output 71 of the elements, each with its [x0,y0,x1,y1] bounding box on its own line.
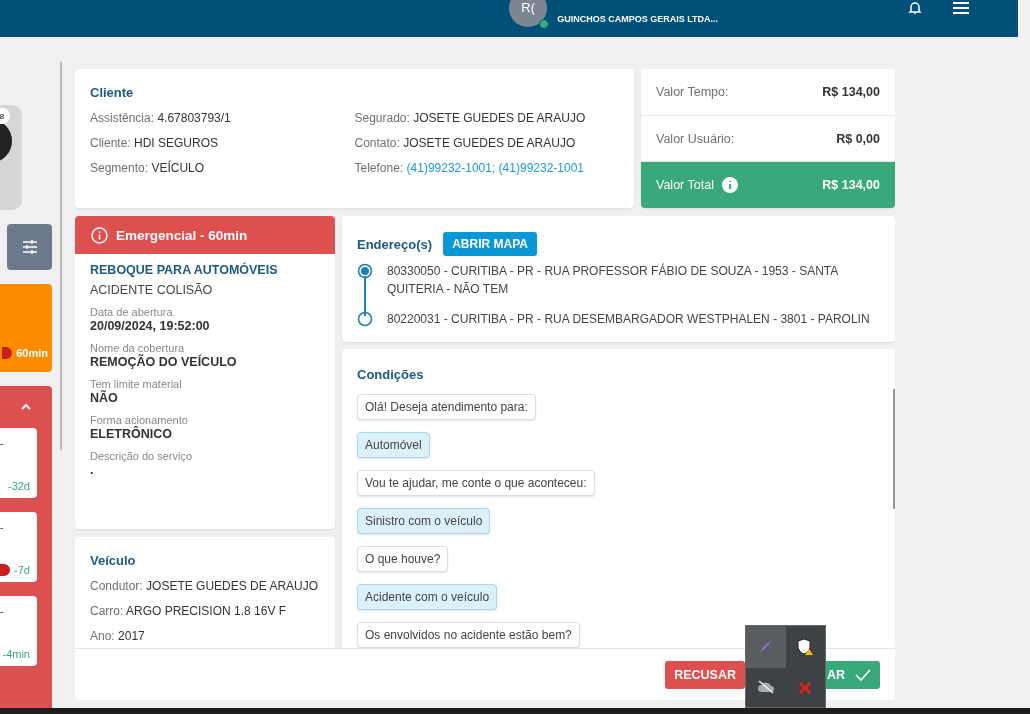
banner-text: Emergencial - 60min [116,227,248,243]
phone-link[interactable]: (41)99232-1001; (41)99232-1001 [406,161,584,175]
time-label: -4min [2,648,30,660]
field-label: Forma acionamento [90,414,189,426]
client-field: Telefone: (41)99232-1001; (41)99232-1001 [354,161,619,175]
service-card[interactable]: - -7d [0,512,37,582]
field-value: REMOÇÃO DO VEÍCULO [90,355,238,369]
info-icon[interactable] [721,177,738,194]
open-map-button[interactable]: ABRIR MAPA [443,232,537,256]
service-title: REBOQUE PARA AUTOMÓVEIS [90,263,279,277]
user-reply-bubble: Acidente com o veículo [357,584,498,610]
field-value: NÃO [90,391,119,405]
user-reply-bubble: Sinistro com o veículo [357,508,491,534]
bell-icon[interactable] [908,0,922,15]
vehicle-field: Ano: 2017 [90,629,320,643]
field-value: ELETRÔNICO [90,427,173,441]
company-name: GUINCHOS CAMPOS GERAIS LTDA... [557,13,718,24]
client-field: Segurado: JOSETE GUEDES DE ARAUJO [354,111,619,125]
menu-icon[interactable] [952,0,970,15]
check-icon [855,668,871,681]
phone-x-icon [797,679,814,696]
user-avatar[interactable]: R( [509,0,548,27]
section-title: Cliente [90,85,135,100]
client-field: Contato: JOSETE GUEDES DE ARAUJO [354,136,619,150]
count-badge: 8 [0,108,10,124]
value-amount: R$ 134,00 [822,178,880,193]
bot-message-bubble: Os envolvidos no acidente estão bem? [357,622,580,648]
value-label: Valor Usuário: [656,131,735,146]
scrollbar[interactable] [893,389,895,509]
value-label: Valor Total [656,177,738,194]
time-label: -7d [14,564,30,576]
service-subtitle: ACIDENTE COLISÃO [90,283,214,297]
field-label: Nome da cobertura [90,342,186,354]
value-amount: R$ 0,00 [836,131,880,146]
address-text: 80220031 - CURITIBA - PR - RUA DESEMBARGADOR WESTPHALEN - 3801 - PAROLIN [387,311,871,328]
profile-card[interactable]: 8 [0,105,22,210]
shield-warning-icon [796,637,815,656]
filter-button[interactable] [7,224,52,270]
service-card[interactable]: - -4min [0,596,37,666]
card-text: - [0,438,4,449]
value-label: Valor Tempo: [656,84,729,99]
feather-icon [757,638,774,655]
client-field: Assistência: 4.67803793/1 [90,111,355,125]
vehicle-field: Condutor: JOSETE GUEDES DE ARAUJO [90,579,320,593]
service-card[interactable]: - -32d [0,428,37,498]
section-title: Condições [357,367,424,382]
sliders-icon [21,240,38,254]
info-icon [91,226,108,244]
time-label: -32d [7,480,30,492]
client-field: Segmento: VEÍCULO [90,161,355,175]
field-label: Tem limite material [90,378,183,390]
card-text: - [0,522,4,533]
bot-message-bubble: Olá! Deseja atendimento para: [357,394,536,420]
service-card[interactable]: 60min [0,284,52,372]
bot-message-bubble: Vou te ajudar, me conte o que aconteceu: [357,470,595,496]
address-text: 80330050 - CURITIBA - PR - RUA PROFESSOR FÁBIO DE SOUZA - 1953 - SANTA QUITERIA - NÃO TEM [387,262,839,298]
bot-message-bubble: O que houve? [357,546,449,572]
section-title: Veículo [90,553,137,568]
section-title: Endereço(s) [357,236,433,252]
field-value: . [90,463,95,477]
time-label: 60min [16,347,48,359]
field-value: 20/09/2024, 19:52:00 [90,319,211,333]
value-amount: R$ 134,00 [822,84,880,99]
cloud-off-icon [756,680,775,695]
user-reply-bubble: Automóvel [357,432,430,458]
field-label: Data de abertura [90,306,174,318]
vehicle-field: Carro: ARGO PRECISION 1.8 16V F [90,604,320,618]
reject-button[interactable]: RECUSAR [665,660,745,689]
client-field: Cliente: HDI SEGUROS [90,136,355,150]
card-text: - [0,606,4,617]
field-label: Descrição do serviço [90,450,194,462]
